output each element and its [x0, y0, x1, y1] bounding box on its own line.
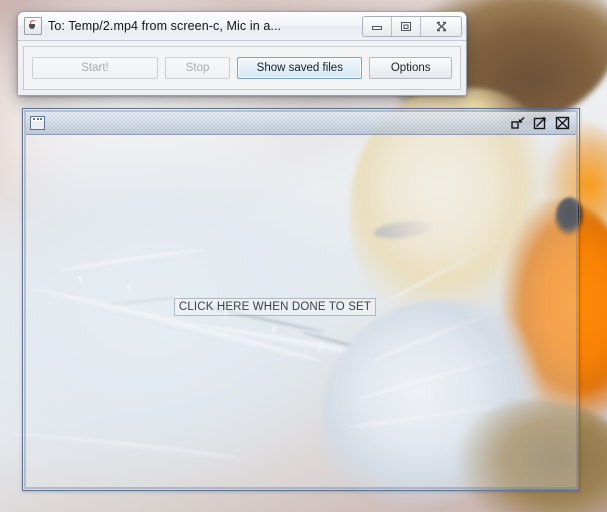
minimize-button[interactable]: [363, 16, 392, 36]
options-button[interactable]: Options: [369, 57, 452, 79]
click-here-when-done-label[interactable]: CLICK HERE WHEN DONE TO SET: [173, 298, 377, 316]
capture-button-panel: Start! Stop Show saved files Options: [23, 46, 461, 90]
metal-maximize-icon: [533, 117, 546, 130]
region-selection-titlebar[interactable]: [26, 112, 576, 135]
capture-window-titlebar[interactable]: To: Temp/2.mp4 from screen-c, Mic in a..…: [18, 12, 466, 41]
close-button[interactable]: [421, 16, 461, 36]
region-selection-window[interactable]: CLICK HERE WHEN DONE TO SET: [22, 108, 580, 491]
minimize-icon: [372, 26, 382, 30]
region-selection-window-frame: CLICK HERE WHEN DONE TO SET: [24, 110, 578, 489]
metal-close-icon: [555, 116, 569, 130]
capture-window-title: To: Temp/2.mp4 from screen-c, Mic in a..…: [48, 19, 282, 33]
capture-window[interactable]: To: Temp/2.mp4 from screen-c, Mic in a..…: [17, 11, 467, 96]
metal-close-button[interactable]: [554, 115, 570, 131]
java-coffee-cup-icon: [24, 17, 42, 35]
stop-button[interactable]: Stop: [164, 57, 231, 79]
region-selection-controls: [510, 115, 573, 131]
restore-button[interactable]: [392, 16, 421, 36]
start-button[interactable]: Start!: [32, 57, 158, 79]
capture-window-body: Start! Stop Show saved files Options: [18, 41, 466, 95]
metal-window-icon: [30, 116, 45, 130]
show-saved-files-button[interactable]: Show saved files: [237, 57, 363, 79]
restore-icon: [401, 21, 411, 31]
metal-minimize-icon: [510, 117, 524, 129]
metal-minimize-button[interactable]: [510, 115, 526, 131]
metal-maximize-button[interactable]: [532, 115, 548, 131]
region-selection-content[interactable]: CLICK HERE WHEN DONE TO SET: [26, 135, 576, 487]
close-icon: [436, 21, 446, 31]
capture-window-controls: [362, 15, 462, 37]
desktop-screen: To: Temp/2.mp4 from screen-c, Mic in a..…: [0, 0, 607, 512]
